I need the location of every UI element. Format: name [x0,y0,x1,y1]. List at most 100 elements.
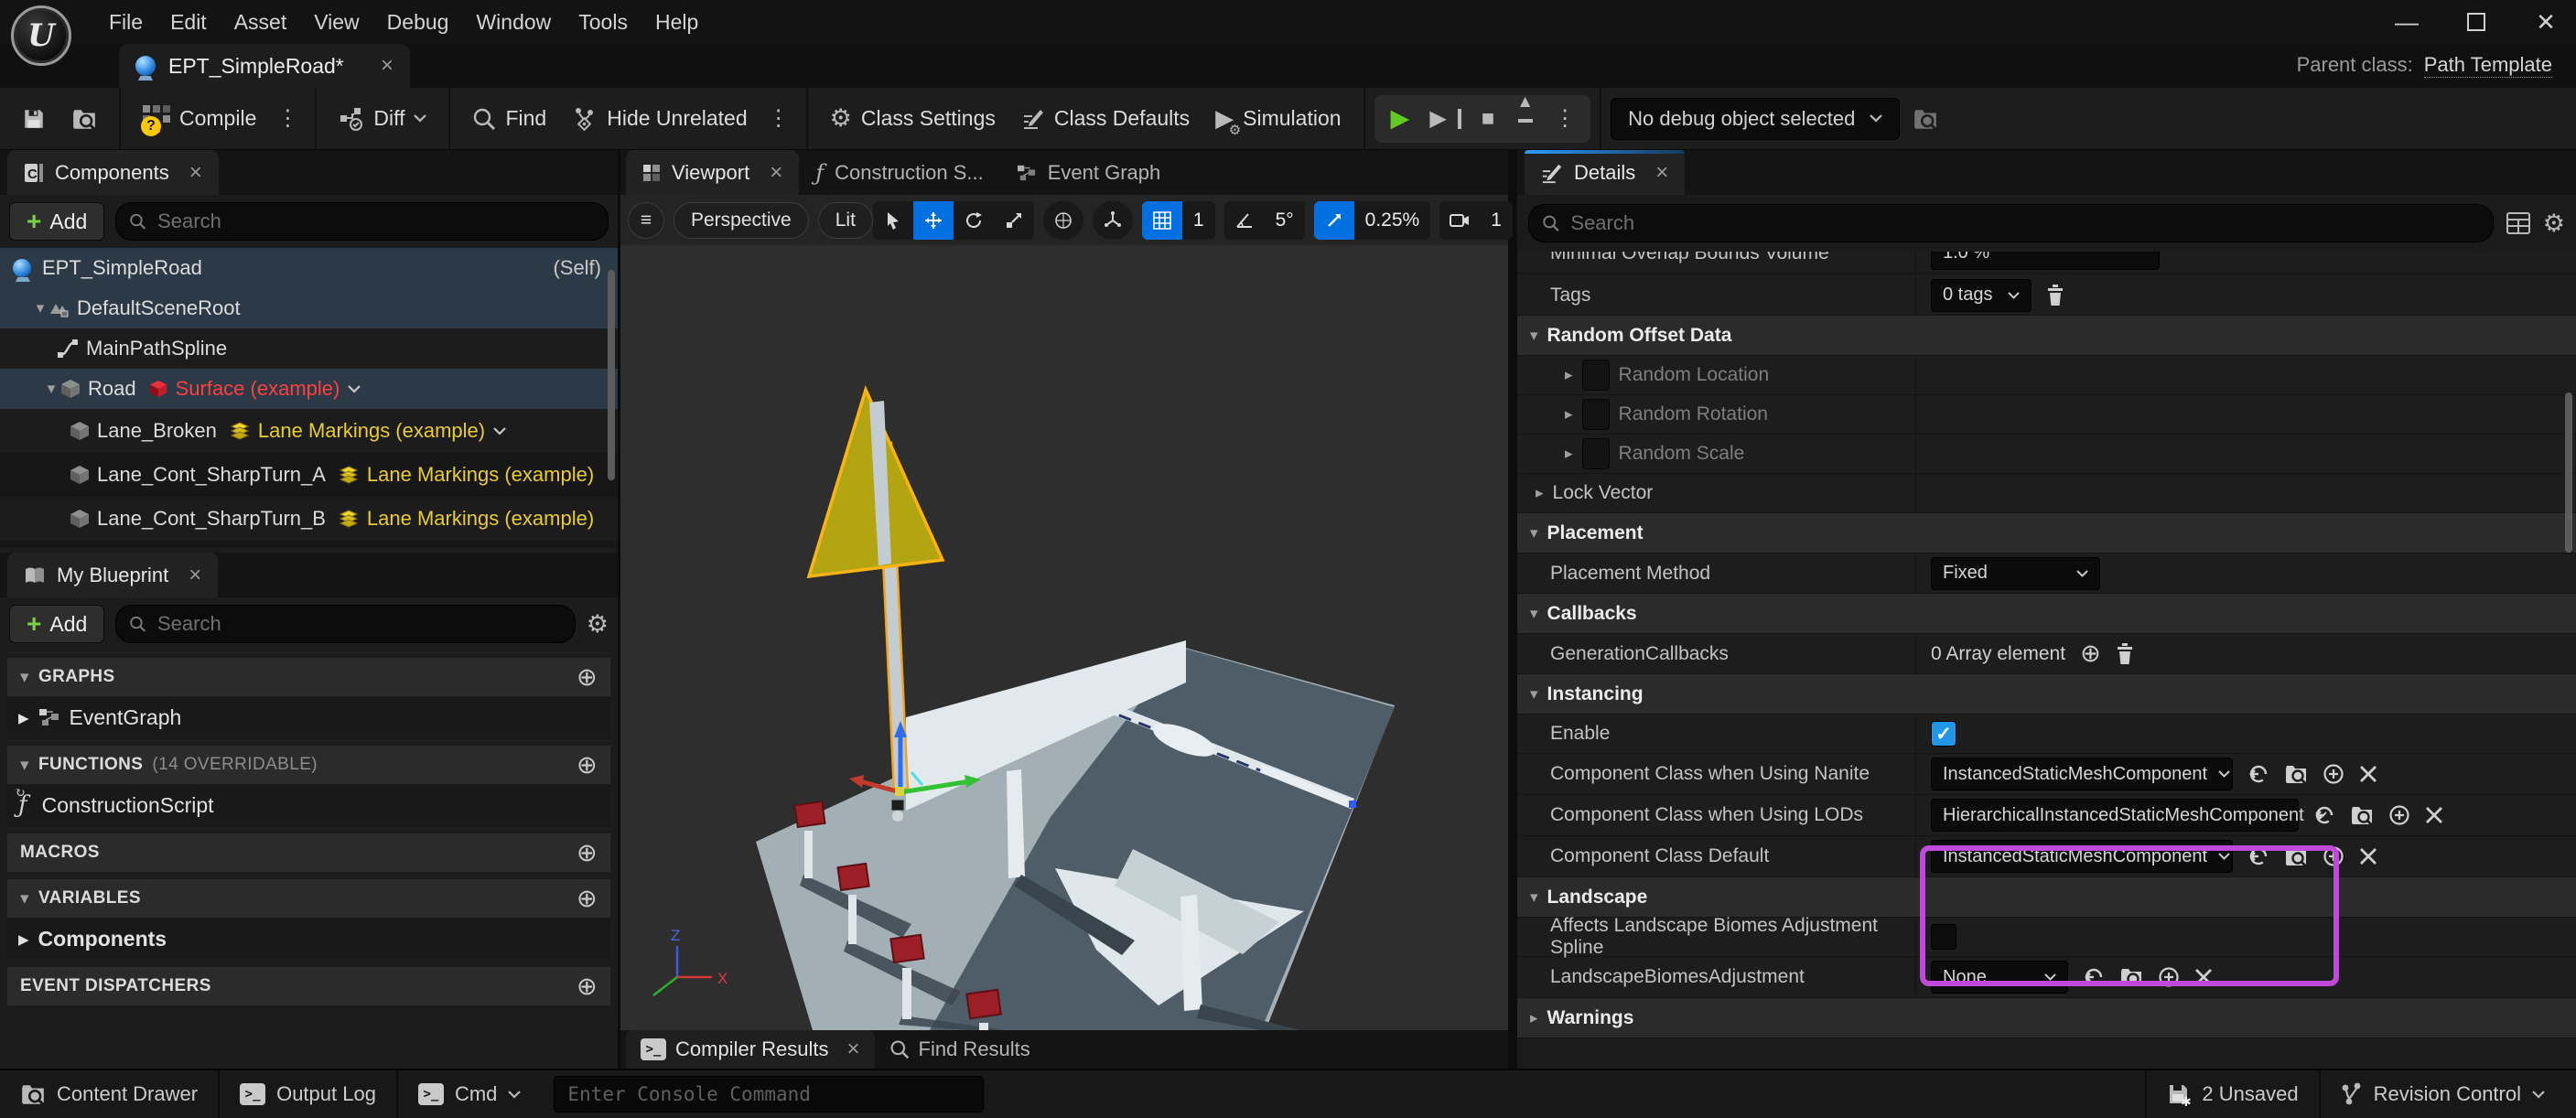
move-tool-button[interactable] [913,201,954,240]
camera-speed-value[interactable]: 1 [1480,210,1513,231]
expander-right-icon[interactable]: ▸ [1565,366,1573,384]
expander-right-icon[interactable]: ▸ [18,927,29,951]
simulation-button[interactable]: ▶⚙ Simulation [1202,97,1353,141]
expander-right-icon[interactable]: ▸ [1565,405,1573,424]
category-placement[interactable]: ▾ Placement [1517,513,2576,554]
add-blueprint-item-button[interactable]: +Add [9,605,104,643]
find-button[interactable]: Find [459,97,559,141]
add-component-button[interactable]: +Add [9,202,104,241]
tab-details[interactable]: Details × [1525,150,1685,195]
tree-row-lane-broken[interactable]: Lane_Broken Lane Markings (example) [0,409,618,453]
maximize-button[interactable] [2455,4,2497,40]
close-icon[interactable]: × [770,160,782,186]
close-icon[interactable]: × [189,160,202,186]
clear-x-icon[interactable] [2194,968,2213,986]
details-search[interactable] [1528,204,2494,242]
menu-window[interactable]: Window [462,5,565,40]
menu-view[interactable]: View [300,5,372,40]
lods-class-dropdown[interactable]: HierarchicalInstancedStaticMeshComponent [1931,799,2299,832]
override-lane-markings[interactable]: Lane Markings (example) [339,463,618,487]
tab-viewport[interactable]: Viewport × [626,150,799,195]
tab-find-results[interactable]: Find Results [875,1030,1045,1069]
add-function-icon[interactable]: ⊕ [577,751,598,779]
enable-checkbox[interactable]: ✓ [1931,721,1956,747]
clear-x-icon[interactable] [2425,806,2443,824]
category-landscape[interactable]: ▾ Landscape [1517,877,2576,918]
add-graph-icon[interactable]: ⊕ [577,663,598,692]
grid-snap-value[interactable]: 1 [1182,210,1215,231]
use-selected-asset-icon[interactable] [2083,966,2105,988]
menu-debug[interactable]: Debug [373,5,463,40]
details-scrollbar[interactable] [2565,392,2572,553]
class-settings-button[interactable]: ⚙ Class Settings [817,97,1008,141]
category-warnings[interactable]: ▸ Warnings [1517,998,2576,1038]
affects-spline-checkbox[interactable] [1931,924,1956,950]
expander-right-icon[interactable]: ▸ [1565,445,1573,463]
cmd-dropdown[interactable]: >_ Cmd [398,1070,541,1118]
components-scrollbar[interactable] [608,270,615,480]
class-defaults-button[interactable]: Class Defaults [1008,97,1202,141]
my-blueprint-search-input[interactable] [157,612,562,636]
section-functions[interactable]: ▾ FUNCTIONS (14 OVERRIDABLE) ⊕ [7,746,610,784]
eject-button[interactable]: ▲ [1507,97,1543,141]
plus-circle-icon[interactable] [2323,763,2344,785]
override-lane-markings[interactable]: Lane Markings (example) [230,419,506,443]
debug-object-dropdown[interactable]: No debug object selected [1611,98,1900,140]
blueprint-settings-gear-icon[interactable]: ⚙ [587,610,609,639]
my-blueprint-search[interactable] [115,605,575,643]
category-random-offset-data[interactable]: ▾ Random Offset Data [1517,316,2576,356]
expander-down-icon[interactable]: ▾ [20,755,29,776]
use-selected-asset-icon[interactable] [2247,763,2269,785]
close-icon[interactable]: × [381,53,393,79]
play-options-icon[interactable]: ⋮ [1547,105,1583,132]
menu-tools[interactable]: Tools [565,5,641,40]
section-macros[interactable]: MACROS ⊕ [7,833,610,872]
tree-row-lane-sharpturn-a[interactable]: Lane_Cont_SharpTurn_A Lane Markings (exa… [0,453,618,497]
components-search-input[interactable] [157,210,595,233]
tree-row-clipped[interactable] [0,541,618,548]
menu-asset[interactable]: Asset [221,5,301,40]
find-options-icon[interactable]: ⋮ [760,105,797,132]
menu-help[interactable]: Help [641,5,712,40]
placement-method-dropdown[interactable]: Fixed [1931,557,2100,590]
parent-class-link[interactable]: Path Template [2424,53,2552,78]
item-components-category[interactable]: ▸ Components [7,918,610,960]
override-surface[interactable]: Surface (example) [149,377,361,401]
minimize-button[interactable]: — [2386,4,2428,40]
components-search[interactable] [115,202,609,241]
browse-asset-icon[interactable] [2119,966,2143,988]
camera-speed-button[interactable] [1439,201,1480,240]
world-space-toggle-button[interactable] [1043,201,1083,240]
expander-down-icon[interactable]: ▾ [20,888,29,909]
nanite-class-dropdown[interactable]: InstancedStaticMeshComponent [1931,758,2233,790]
diff-button[interactable]: Diff [326,97,439,141]
add-event-dispatcher-icon[interactable]: ⊕ [577,973,598,1001]
tab-compiler-results[interactable]: >_ Compiler Results × [626,1030,875,1069]
expander-right-icon[interactable]: ▸ [1536,484,1544,502]
override-lane-markings[interactable]: Lane Markings (example) [339,507,618,531]
output-log-button[interactable]: >_ Output Log [220,1070,398,1118]
tree-row-defaultsceneroot[interactable]: ▾ DefaultSceneRoot [0,288,618,328]
unsaved-button[interactable]: ✱ 2 Unsaved [2145,1070,2320,1118]
rotate-tool-button[interactable] [954,201,994,240]
content-drawer-button[interactable]: Content Drawer [0,1070,220,1118]
menu-file[interactable]: File [95,5,156,40]
section-event-dispatchers[interactable]: EVENT DISPATCHERS ⊕ [7,967,610,1005]
display-filter-icon[interactable] [2506,212,2530,234]
section-graphs[interactable]: ▾ GRAPHS ⊕ [7,658,610,696]
item-eventgraph[interactable]: ▸ EventGraph [7,696,610,738]
section-variables[interactable]: ▾ VARIABLES ⊕ [7,879,610,918]
tab-my-blueprint[interactable]: My Blueprint × [7,553,218,597]
menu-edit[interactable]: Edit [156,5,221,40]
expander-right-icon[interactable]: ▸ [18,705,29,730]
compile-button[interactable]: ? Compile [130,97,269,141]
close-icon[interactable]: × [1655,160,1668,186]
browse-debug-object-button[interactable] [1900,97,1951,141]
grid-snap-button[interactable] [1142,201,1182,240]
play-button[interactable]: ▶ [1382,97,1419,141]
hide-unrelated-button[interactable]: Hide Unrelated [559,97,760,141]
viewport-3d-scene[interactable]: Z X [620,245,1508,1030]
clear-x-icon[interactable] [2359,847,2377,865]
tags-dropdown[interactable]: 0 tags [1931,279,2032,312]
stop-button[interactable]: ■ [1472,97,1504,141]
